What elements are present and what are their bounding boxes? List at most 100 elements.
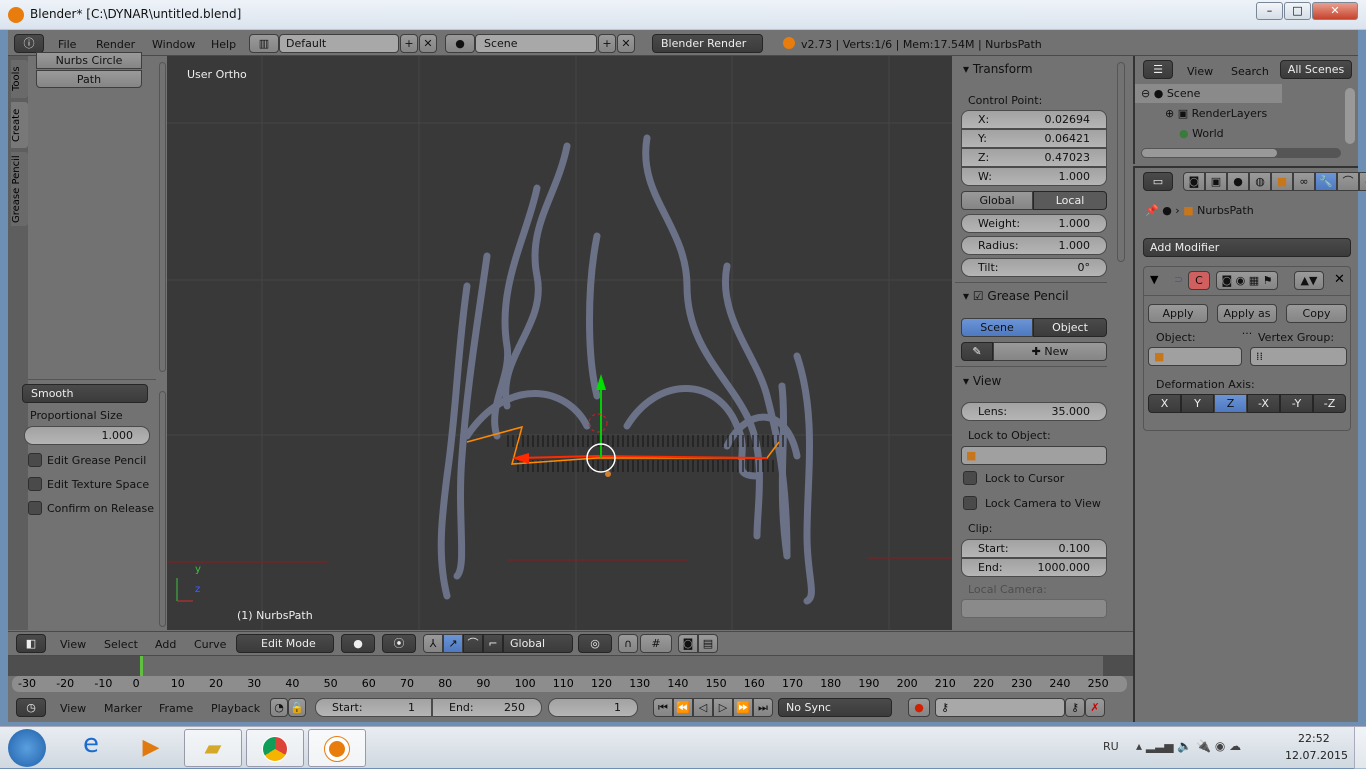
layout-field[interactable]: Default <box>279 34 399 53</box>
prop-size-field[interactable]: 1.000 <box>24 426 150 445</box>
tilt-field[interactable]: Tilt: 0° <box>961 258 1107 277</box>
tray-icons[interactable]: ▴ ▂▃▅ 🔈 🔌 ◉ ☁ <box>1136 739 1241 753</box>
world-tab-icon[interactable]: ◍ <box>1249 172 1271 191</box>
move-modifier-arrows[interactable]: ▲▼ <box>1294 271 1324 290</box>
vertex-group-field[interactable]: ⁞⁞ <box>1250 347 1347 366</box>
translate-manipulator-icon[interactable]: ↗ <box>443 634 463 653</box>
start-frame-field[interactable]: Start: 1 <box>315 698 432 717</box>
constraints-tab-icon[interactable]: ∞ <box>1293 172 1315 191</box>
use-preview-range-icon[interactable]: ◔ <box>270 698 288 717</box>
lock-cursor-checkbox[interactable] <box>963 471 977 485</box>
record-icon[interactable]: ● <box>908 698 930 717</box>
axis-z-button[interactable]: Z <box>1214 394 1247 413</box>
confirm-release-checkbox[interactable] <box>28 501 42 515</box>
menu-curve[interactable]: Curve <box>194 638 226 651</box>
outliner-filter-select[interactable]: All Scenes <box>1280 60 1352 79</box>
scene-field[interactable]: Scene <box>475 34 597 53</box>
axis-neg-z-button[interactable]: -Z <box>1313 394 1346 413</box>
viewport-shading-select[interactable]: ● <box>341 634 375 653</box>
end-frame-field[interactable]: End: 250 <box>432 698 542 717</box>
outliner-vscrollbar[interactable] <box>1345 88 1355 144</box>
outliner-search-menu[interactable]: Search <box>1231 65 1269 78</box>
maximize-button[interactable]: □ <box>1284 2 1311 20</box>
orientation-select[interactable]: Global <box>503 634 573 653</box>
scene-tab-icon[interactable]: ● <box>1227 172 1249 191</box>
outliner-item-renderlayers[interactable]: ⊕ ▣ RenderLayers <box>1165 107 1267 120</box>
nurbs-circle-button[interactable]: Nurbs Circle <box>36 52 142 69</box>
modifier-visibility-toggles[interactable]: ◙ ◉ ▦ ⚑ <box>1216 271 1278 290</box>
pencil-icon[interactable]: ✎ <box>961 342 993 361</box>
edit-texture-checkbox[interactable] <box>28 477 42 491</box>
3d-viewport[interactable]: User Ortho (1) NurbsPath y z <box>167 56 952 630</box>
outliner-hscrollbar[interactable] <box>1141 148 1341 158</box>
tl-menu-view[interactable]: View <box>60 702 86 715</box>
outliner-item-scene[interactable]: ⊖ ● Scene <box>1141 87 1200 100</box>
current-frame-indicator[interactable] <box>140 656 144 676</box>
lock-object-field[interactable]: ■ <box>961 446 1107 465</box>
tab-create[interactable]: Create <box>11 102 28 148</box>
timeline-editor-icon[interactable]: ◷ <box>16 698 46 717</box>
timeline-ruler[interactable]: -30 -20 -10 0 10 20 30 40 50 60 70 80 90 100 110 120 130… <box>12 676 1127 692</box>
explorer-taskbar-icon[interactable]: ▰ <box>184 729 242 767</box>
render-tab-icon[interactable]: ◙ <box>1183 172 1205 191</box>
render-opengl-icon[interactable]: ◙ <box>678 634 698 653</box>
rotate-manipulator-icon[interactable]: ⌒ <box>463 634 483 653</box>
shelf-scrollbar-lower[interactable] <box>159 391 166 627</box>
menu-add[interactable]: Add <box>155 638 176 651</box>
grease-scene-toggle[interactable]: Scene <box>961 318 1033 337</box>
mode-select[interactable]: Edit Mode <box>236 634 334 653</box>
menu-view[interactable]: View <box>60 638 86 651</box>
tl-menu-frame[interactable]: Frame <box>159 702 193 715</box>
show-desktop-button[interactable] <box>1354 727 1366 769</box>
jump-end-icon[interactable]: ⏭ <box>753 698 773 717</box>
modifier-name-field[interactable]: C <box>1188 271 1210 290</box>
cp-y-field[interactable]: Y: 0.06421 <box>961 129 1107 148</box>
jump-start-icon[interactable]: ⏮ <box>653 698 673 717</box>
ie-taskbar-icon[interactable]: e <box>62 729 120 767</box>
layout-icon[interactable]: ▥ <box>249 34 279 53</box>
play-reverse-icon[interactable]: ◁ <box>693 698 713 717</box>
axis-x-button[interactable]: X <box>1148 394 1181 413</box>
renderlayer-tab-icon[interactable]: ▣ <box>1205 172 1227 191</box>
pivot-point-select[interactable]: ⦿ <box>382 634 416 653</box>
timeline-track[interactable] <box>8 656 1133 676</box>
menu-file[interactable]: File <box>58 38 76 51</box>
clip-end-field[interactable]: End: 1000.000 <box>961 558 1107 577</box>
play-icon[interactable]: ▷ <box>713 698 733 717</box>
snap-element-select[interactable]: # <box>640 634 672 653</box>
local-toggle[interactable]: Local <box>1033 191 1107 210</box>
cp-x-field[interactable]: X: 0.02694 <box>961 110 1107 129</box>
lock-range-icon[interactable]: 🔒 <box>288 698 306 717</box>
apply-as-button[interactable]: Apply as ... <box>1217 304 1277 337</box>
outliner-editor-icon[interactable]: ☰ <box>1143 60 1173 79</box>
tl-menu-marker[interactable]: Marker <box>104 702 142 715</box>
render-engine-select[interactable]: Blender Render <box>652 34 763 53</box>
axis-neg-y-button[interactable]: -Y <box>1280 394 1313 413</box>
transform-panel-title[interactable]: ▾ Transform <box>963 62 1033 76</box>
material-tab-icon[interactable]: ◐ <box>1359 172 1366 191</box>
media-player-taskbar-icon[interactable]: ▶ <box>122 729 180 767</box>
radius-field[interactable]: Radius: 1.000 <box>961 236 1107 255</box>
falloff-select[interactable]: Smooth <box>22 384 148 403</box>
cp-w-field[interactable]: W: 1.000 <box>961 167 1107 186</box>
current-frame-field[interactable]: 1 <box>548 698 638 717</box>
menu-select[interactable]: Select <box>104 638 138 651</box>
keying-set-field[interactable]: ⚷ <box>935 698 1065 717</box>
chrome-taskbar-icon[interactable] <box>246 729 304 767</box>
add-scene-button[interactable]: + <box>598 34 616 53</box>
blender-taskbar-icon[interactable] <box>308 729 366 767</box>
tab-tools[interactable]: Tools <box>11 60 28 98</box>
next-keyframe-icon[interactable]: ⏩ <box>733 698 753 717</box>
add-modifier-select[interactable]: Add Modifier <box>1143 238 1351 257</box>
scale-manipulator-icon[interactable]: ⌐ <box>483 634 503 653</box>
remove-modifier-icon[interactable]: ✕ <box>1334 272 1345 287</box>
snap-magnet-icon[interactable]: ∩ <box>618 634 638 653</box>
lens-field[interactable]: Lens: 35.000 <box>961 402 1107 421</box>
modifier-wrench-tab-icon[interactable]: 🔧 <box>1315 172 1337 191</box>
close-button[interactable]: ✕ <box>1312 2 1358 20</box>
clock-time[interactable]: 22:52 <box>1298 732 1330 745</box>
object-field[interactable]: ■ <box>1148 347 1242 366</box>
copy-button[interactable]: Copy <box>1286 304 1347 323</box>
npanel-scrollbar[interactable] <box>1117 62 1125 262</box>
menu-render[interactable]: Render <box>96 38 135 51</box>
